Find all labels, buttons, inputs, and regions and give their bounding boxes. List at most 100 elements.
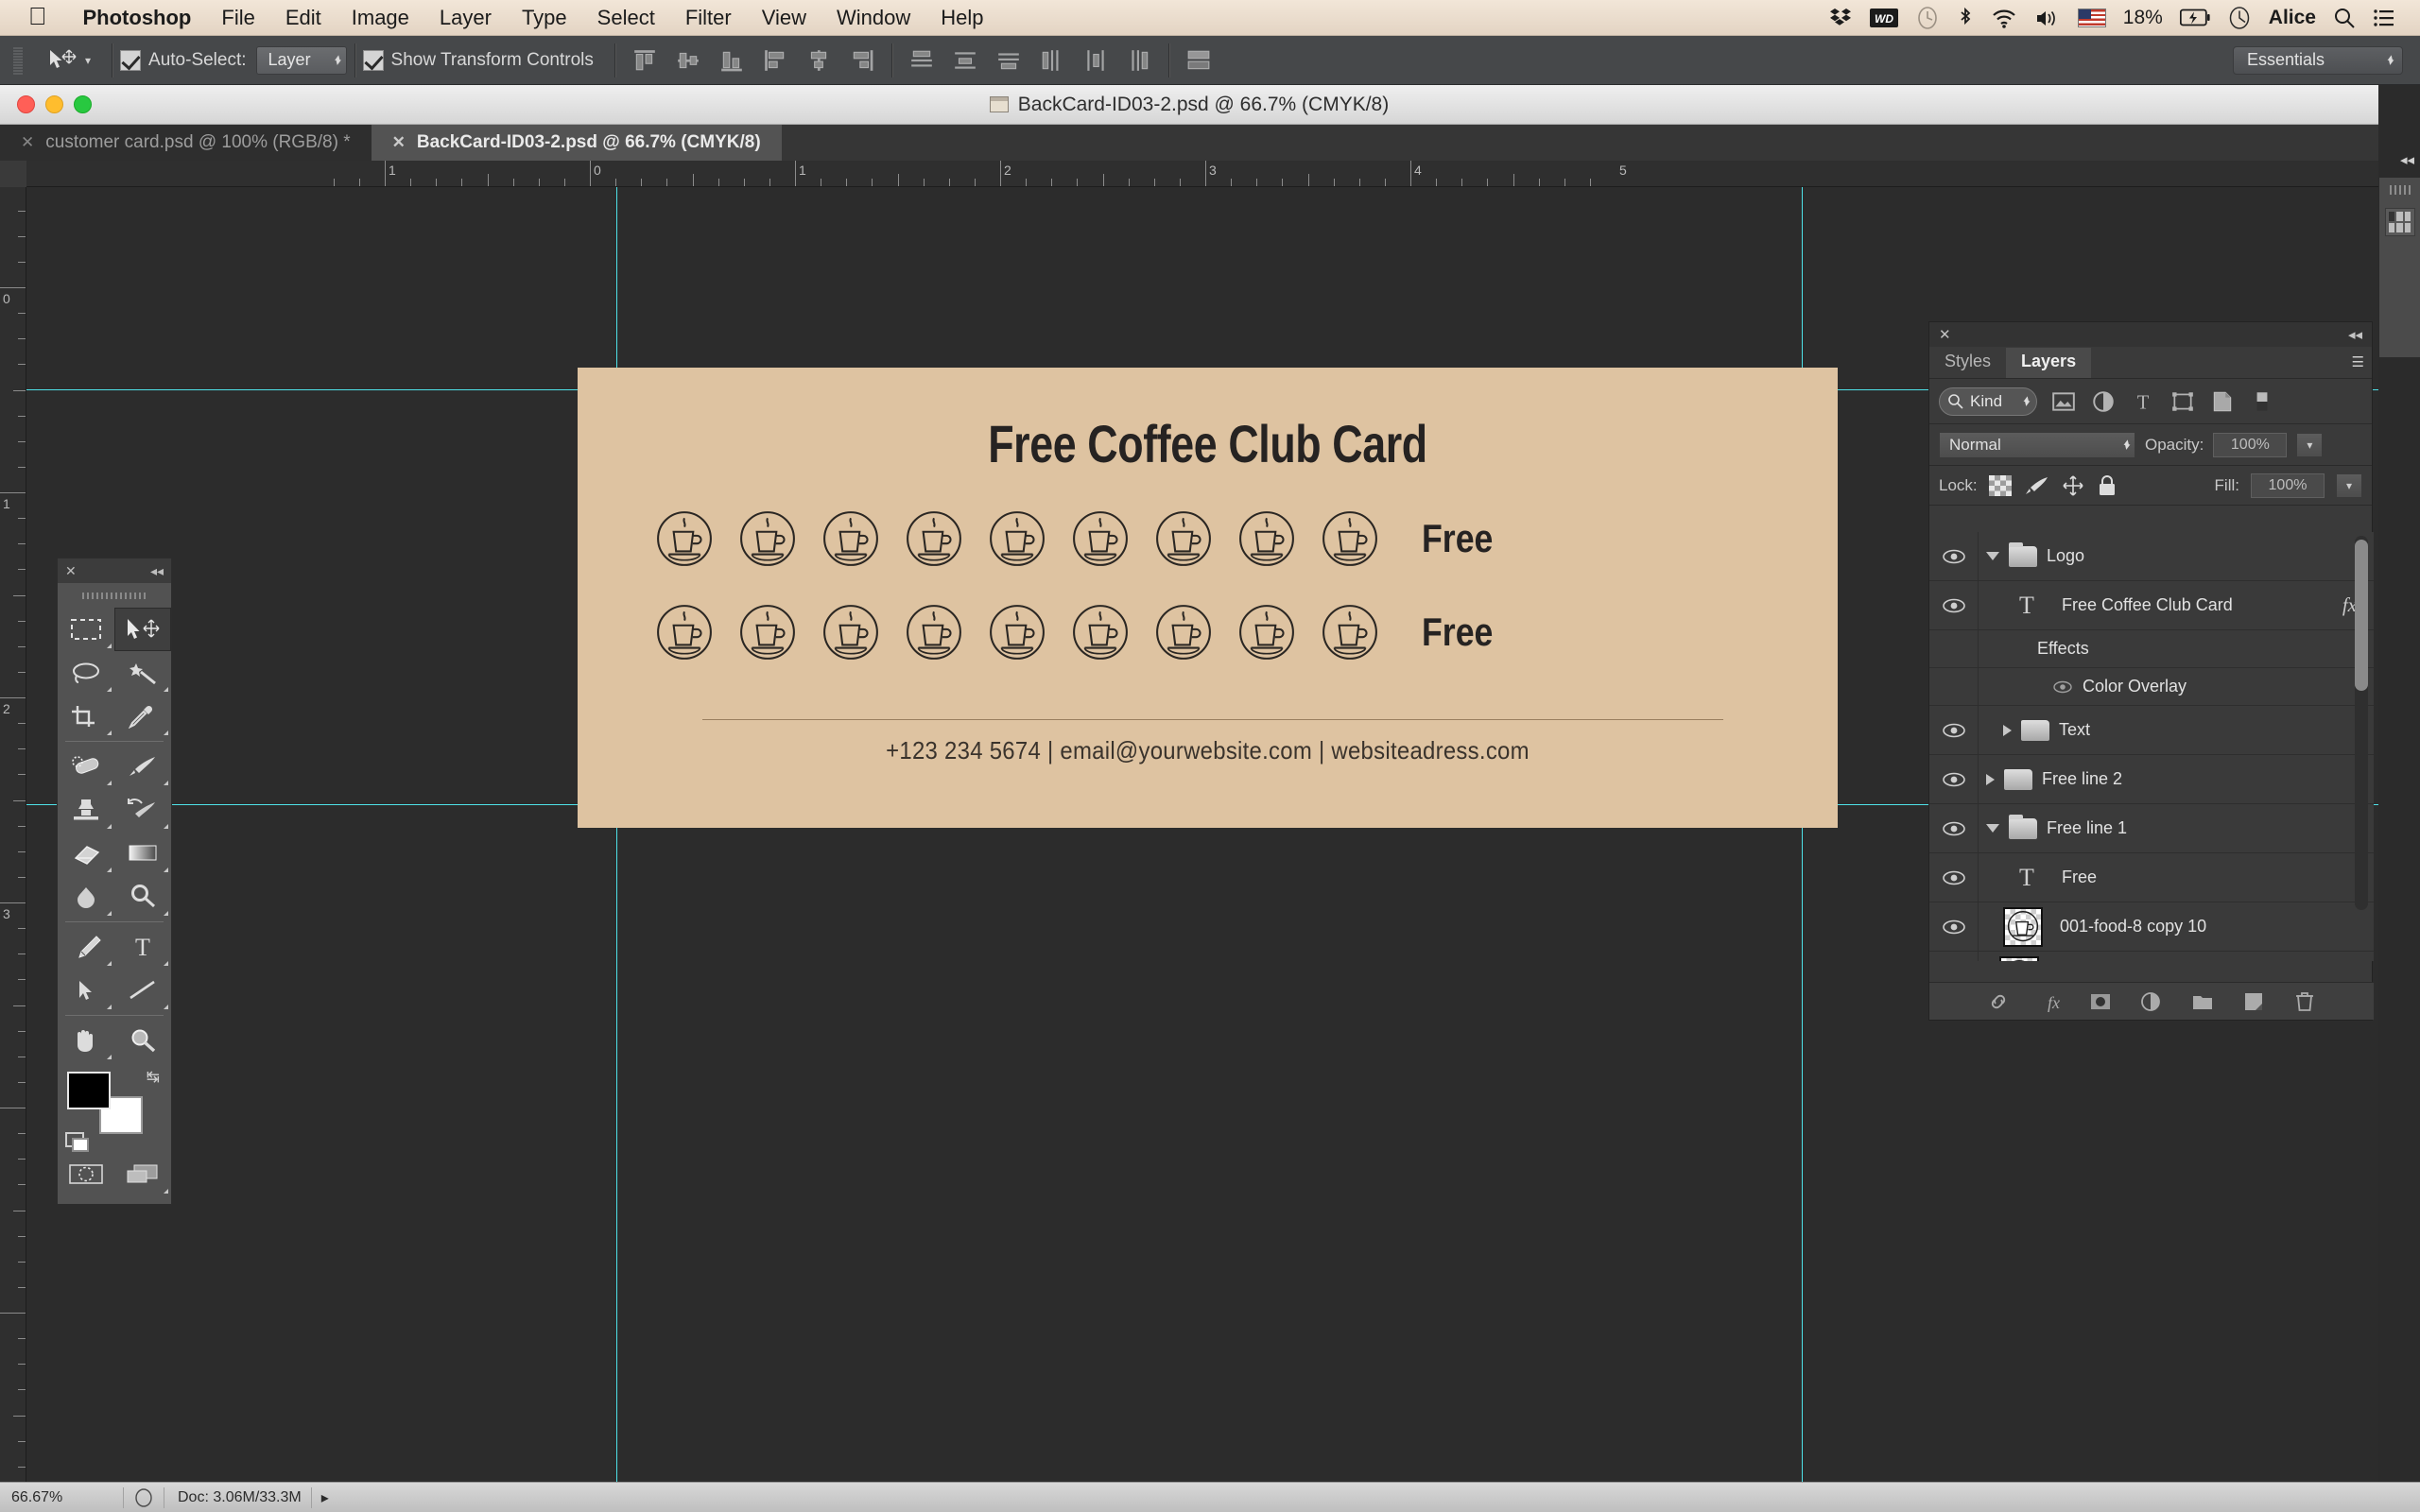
coffee-cup-stamp-icon[interactable]	[738, 509, 797, 568]
menu-window[interactable]: Window	[821, 6, 925, 30]
quick-mask-mode-icon[interactable]	[58, 1153, 114, 1196]
lock-image-pixels-icon[interactable]	[2023, 475, 2049, 496]
layer-row-body[interactable]: T Free	[1979, 853, 2374, 902]
distribute-bottom-edges-icon[interactable]	[995, 48, 1022, 73]
menu-select[interactable]: Select	[582, 6, 670, 30]
rectangular-marquee-tool-icon[interactable]	[58, 608, 114, 651]
coffee-cup-stamp-icon[interactable]	[1237, 509, 1296, 568]
notification-center-icon[interactable]	[2373, 8, 2395, 28]
add-layer-style-icon[interactable]: fx	[2037, 990, 2062, 1013]
table-row[interactable]: 001-food-8 copy 10	[1929, 902, 2374, 952]
menu-file[interactable]: File	[206, 6, 269, 30]
fill-slider-arrow[interactable]: ▾	[2336, 472, 2362, 498]
filter-adjustment-layers-icon[interactable]	[2090, 389, 2117, 414]
distribute-vertical-centers-icon[interactable]	[952, 48, 978, 73]
align-bottom-edges-icon[interactable]	[718, 48, 745, 73]
dropbox-icon[interactable]	[1828, 7, 1853, 29]
layers-panel-header[interactable]: ✕ ◂◂	[1929, 322, 2372, 347]
layer-visibility-toggle[interactable]	[1929, 952, 1979, 961]
close-icon[interactable]: ✕	[65, 563, 77, 579]
horizontal-ruler[interactable]: 1 0 1 2 3 4 5	[26, 161, 2378, 187]
table-row[interactable]: Text	[1929, 706, 2374, 755]
wd-drive-icon[interactable]: WD	[1869, 8, 1898, 28]
brush-tool-icon[interactable]	[114, 745, 171, 788]
fill-value[interactable]: 100%	[2251, 472, 2325, 498]
chevron-right-icon[interactable]: ▸	[321, 1488, 329, 1507]
align-left-edges-icon[interactable]	[762, 48, 788, 73]
coffee-cup-stamp-icon[interactable]	[905, 603, 963, 662]
auto-align-layers-icon[interactable]	[1185, 48, 1212, 73]
ruler-corner[interactable]	[0, 161, 26, 187]
us-flag-icon[interactable]	[2077, 8, 2106, 27]
distribute-horizontal-centers-icon[interactable]	[1082, 48, 1109, 73]
move-tool-icon[interactable]	[114, 608, 171, 651]
close-icon[interactable]: ✕	[1939, 326, 1951, 343]
layer-visibility-toggle[interactable]	[1929, 755, 1979, 803]
magic-wand-tool-icon[interactable]	[114, 651, 171, 695]
tools-palette-grip[interactable]	[82, 587, 147, 604]
tab-customer-card[interactable]: ✕ customer card.psd @ 100% (RGB/8) *	[0, 125, 372, 161]
table-row[interactable]: Effects	[1929, 630, 2374, 668]
layers-list[interactable]: Logo T Free Coffee Club Card fx Effects	[1929, 532, 2374, 961]
volume-icon[interactable]	[2034, 8, 2061, 28]
coffee-cup-stamp-icon[interactable]	[655, 603, 714, 662]
chevron-down-icon[interactable]	[1986, 552, 1999, 560]
table-row[interactable]: Free line 1	[1929, 804, 2374, 853]
layer-thumbnail[interactable]	[2003, 906, 2043, 947]
delete-layer-icon[interactable]	[2292, 990, 2317, 1013]
battery-charging-icon[interactable]	[2179, 9, 2210, 27]
eye-icon[interactable]	[2052, 680, 2073, 694]
zoom-level-field[interactable]: 66.67%	[0, 1489, 113, 1506]
chevron-down-icon[interactable]: ▾	[85, 54, 91, 67]
chevron-right-icon[interactable]	[1986, 773, 1995, 785]
auto-select-checkbox[interactable]	[120, 49, 142, 71]
coffee-cup-stamp-icon[interactable]	[988, 509, 1046, 568]
filter-toggle-icon[interactable]	[2249, 389, 2275, 414]
workspace-selector[interactable]: Essentials ▴ ▾	[2233, 45, 2403, 75]
layer-row-body[interactable]: Color Overlay	[1979, 668, 2374, 705]
menu-layer[interactable]: Layer	[424, 6, 507, 30]
coffee-cup-stamp-icon[interactable]	[1071, 509, 1130, 568]
crop-tool-icon[interactable]	[58, 695, 114, 738]
coffee-cup-stamp-icon[interactable]	[1154, 509, 1213, 568]
menu-photoshop[interactable]: Photoshop	[68, 6, 207, 30]
gradient-tool-icon[interactable]	[114, 832, 171, 875]
layer-visibility-toggle[interactable]	[1929, 706, 1979, 754]
filter-shape-layers-icon[interactable]	[2169, 389, 2196, 414]
table-row[interactable]: T Free Coffee Club Card fx	[1929, 581, 2374, 630]
hand-tool-icon[interactable]	[58, 1019, 114, 1062]
menu-help[interactable]: Help	[925, 6, 998, 30]
close-icon[interactable]: ✕	[392, 133, 406, 152]
tools-palette-header[interactable]: ✕ ◂◂	[58, 558, 171, 583]
type-tool-icon[interactable]: T	[114, 925, 171, 969]
layer-row-body[interactable]: 001-food-8 copy 10	[1979, 902, 2374, 951]
blend-mode-dropdown[interactable]: Normal ▴ ▾	[1939, 431, 2135, 458]
menu-image[interactable]: Image	[337, 6, 424, 30]
layer-row-body[interactable]: Text	[1979, 706, 2374, 754]
line-tool-icon[interactable]	[114, 969, 171, 1012]
opacity-value[interactable]: 100%	[2213, 432, 2288, 457]
align-top-edges-icon[interactable]	[631, 48, 658, 73]
coffee-cup-stamp-icon[interactable]	[655, 509, 714, 568]
new-group-icon[interactable]	[2190, 990, 2215, 1013]
dodge-tool-icon[interactable]	[114, 875, 171, 919]
bluetooth-icon[interactable]	[1957, 6, 1974, 30]
link-layers-icon[interactable]	[1986, 990, 2011, 1013]
search-icon[interactable]	[2333, 7, 2356, 29]
zoom-tool-icon[interactable]	[114, 1019, 171, 1062]
layer-visibility-toggle[interactable]	[1929, 581, 1979, 629]
layer-row-body[interactable]: Logo	[1979, 532, 2374, 580]
tab-backcard-id03-2[interactable]: ✕ BackCard-ID03-2.psd @ 66.7% (CMYK/8)	[371, 125, 782, 161]
filter-pixel-layers-icon[interactable]	[2050, 389, 2077, 414]
add-layer-mask-icon[interactable]	[2088, 990, 2113, 1013]
distribute-left-edges-icon[interactable]	[1039, 48, 1065, 73]
layer-visibility-toggle[interactable]	[1929, 902, 1979, 951]
path-selection-tool-icon[interactable]	[58, 969, 114, 1012]
history-brush-tool-icon[interactable]	[114, 788, 171, 832]
opacity-slider-arrow[interactable]: ▾	[2296, 432, 2324, 457]
filter-kind-dropdown[interactable]: Kind ▴ ▾	[1939, 387, 2037, 416]
menu-bar-username[interactable]: Alice	[2269, 7, 2316, 29]
pen-tool-icon[interactable]	[58, 925, 114, 969]
clone-stamp-tool-icon[interactable]	[58, 788, 114, 832]
coffee-cup-stamp-icon[interactable]	[1321, 603, 1379, 662]
